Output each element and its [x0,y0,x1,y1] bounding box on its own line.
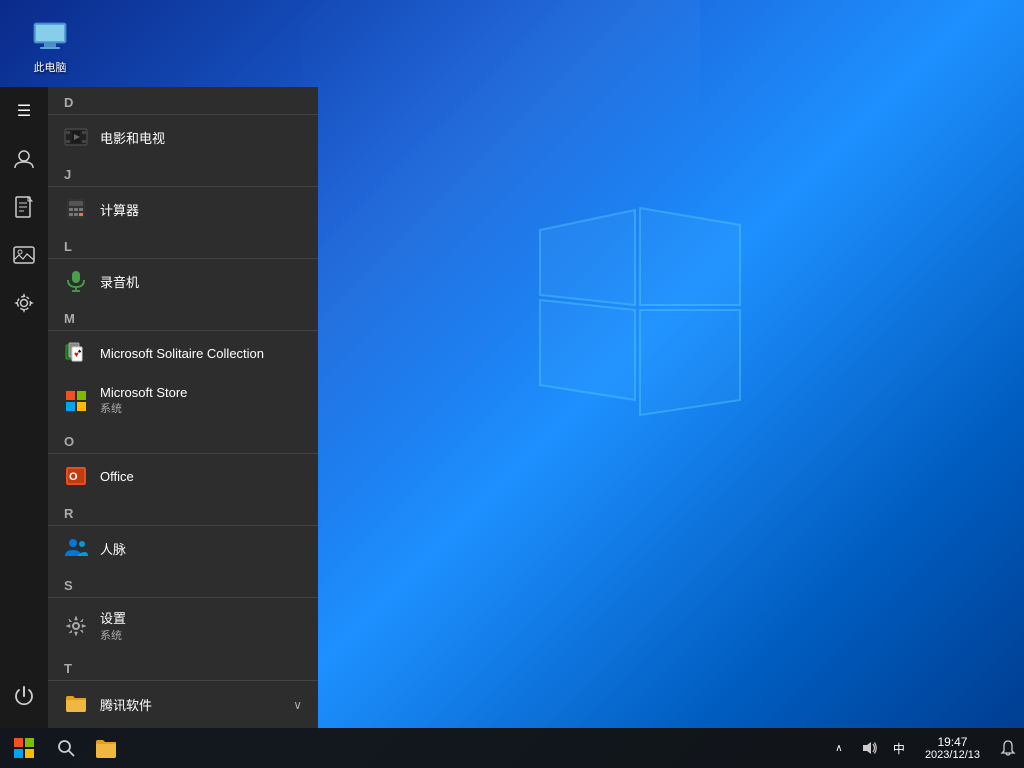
store-sub: 系统 [100,400,187,416]
settings-app-name: 设置 [100,608,126,627]
language-label: 中 [893,740,905,757]
calculator-name: 计算器 [100,200,139,219]
app-item-people[interactable]: 人脉 [48,526,318,570]
svg-text:O: O [69,471,78,483]
store-icon [64,389,88,413]
calculator-icon [64,197,88,221]
taskbar-file-explorer-button[interactable] [84,728,128,768]
app-item-tencent[interactable]: 腾讯软件 ∨ [48,681,318,728]
sidebar-document-icon[interactable] [0,183,48,231]
tencent-name: 腾讯软件 [100,695,152,714]
app-item-settings[interactable]: 设置 系统 [48,598,318,653]
taskbar-language-button[interactable]: 中 [885,728,913,768]
app-item-store[interactable]: Microsoft Store 系统 [48,375,318,426]
start-menu-sidebar [0,87,48,728]
people-info: 人脉 [100,539,126,558]
section-letter-l: L [48,231,318,259]
taskbar-notification-button[interactable] [992,728,1024,768]
section-letter-r: R [48,498,318,526]
app-item-solitaire[interactable]: ♥ ♠ Microsoft Solitaire Collection [48,331,318,375]
office-info: Office [100,469,134,484]
section-letter-j: J [48,159,318,187]
people-icon [64,536,88,560]
sidebar-power-icon[interactable] [0,672,48,720]
office-name: Office [100,469,134,484]
overflow-arrow-icon: ∧ [835,743,842,754]
settings-app-info: 设置 系统 [100,608,126,643]
hamburger-button[interactable]: ☰ [0,87,48,135]
calculator-info: 计算器 [100,200,139,219]
movies-icon [64,125,88,149]
recorder-icon [64,269,88,293]
section-letter-o: O [48,426,318,454]
section-letter-s: S [48,570,318,598]
taskbar-speaker-button[interactable] [855,728,883,768]
app-item-recorder[interactable]: 录音机 [48,259,318,303]
movies-info: 电影和电视 [100,128,165,147]
solitaire-name: Microsoft Solitaire Collection [100,346,264,361]
sidebar-photo-icon[interactable] [0,231,48,279]
settings-app-icon [64,614,88,638]
taskbar-search-button[interactable] [48,728,84,768]
app-item-calculator[interactable]: 计算器 [48,187,318,231]
settings-app-sub: 系统 [100,627,126,643]
movies-name: 电影和电视 [100,128,165,147]
taskbar-overflow-button[interactable]: ∧ [825,728,853,768]
tencent-chevron-icon: ∨ [293,698,302,712]
solitaire-icon: ♥ ♠ [64,341,88,365]
this-pc-image [30,15,70,55]
start-menu-panel: D 电影和电视 J [48,87,318,728]
section-letter-d: D [48,87,318,115]
taskbar-time-display: 19:47 [937,735,967,749]
tencent-folder-icon [64,691,88,718]
section-letter-m: M [48,303,318,331]
taskbar-clock[interactable]: 19:47 2023/12/13 [915,728,990,768]
app-item-movies[interactable]: 电影和电视 [48,115,318,159]
windows-logo-desktop [530,200,750,420]
store-name: Microsoft Store [100,385,187,400]
tencent-folder-left: 腾讯软件 [64,691,152,718]
taskbar-date-display: 2023/12/13 [925,749,980,761]
this-pc-label: 此电脑 [34,59,67,75]
this-pc-icon[interactable]: 此电脑 [15,15,85,75]
sidebar-settings-icon[interactable] [0,279,48,327]
section-letter-t: T [48,653,318,681]
app-item-office[interactable]: O Office [48,454,318,498]
recorder-name: 录音机 [100,272,139,291]
people-name: 人脉 [100,539,126,558]
office-icon: O [64,464,88,488]
start-button[interactable] [0,728,48,768]
taskbar: ∧ 中 19:47 2023/12/13 [0,728,1024,768]
recorder-info: 录音机 [100,272,139,291]
taskbar-right-area: ∧ 中 19:47 2023/12/13 [825,728,1024,768]
store-info: Microsoft Store 系统 [100,385,187,416]
hamburger-icon: ☰ [17,101,31,121]
sidebar-user-icon[interactable] [0,135,48,183]
desktop-icon-area: 此电脑 [15,15,85,75]
solitaire-info: Microsoft Solitaire Collection [100,346,264,361]
